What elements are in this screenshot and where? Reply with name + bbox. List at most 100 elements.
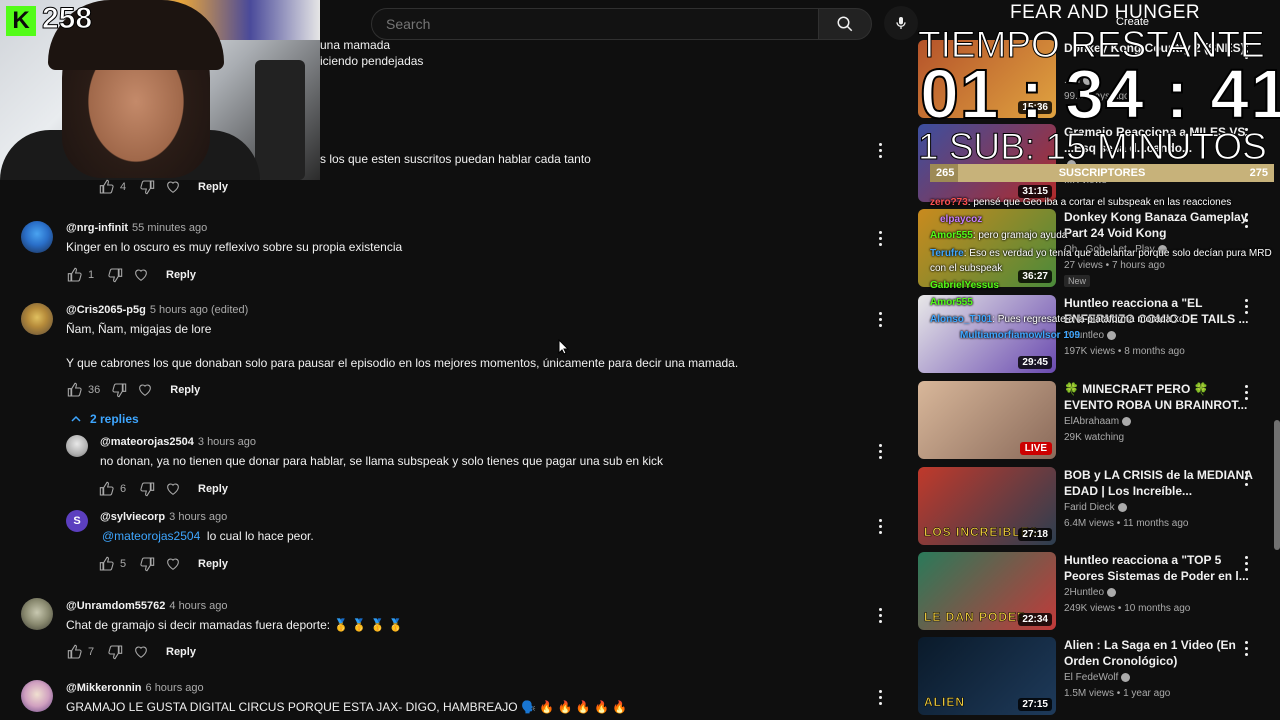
kick-logo: K (6, 6, 36, 36)
comment-text: @mateorojas2504 lo cual lo hace peor. (102, 529, 314, 543)
comment-menu-button[interactable] (872, 687, 888, 707)
chat-username: Multiamorfiamowlsor 109 (960, 330, 1081, 341)
like-icon[interactable] (98, 178, 116, 196)
video-menu-button[interactable] (1240, 639, 1252, 657)
avatar[interactable] (66, 435, 88, 457)
comment-author[interactable]: @Mikkeronnin 6 hours ago (66, 682, 204, 694)
avatar[interactable] (21, 598, 53, 630)
video-item[interactable]: LIVE 🍀 MINECRAFT PERO 🍀 EVENTO ROBA UN BR… (918, 381, 1274, 461)
comment-menu-button[interactable] (872, 605, 888, 625)
video-title[interactable]: Alien : La Saga en 1 Video (En Orden Cro… (1064, 637, 1254, 669)
comment-menu-button[interactable] (872, 140, 888, 160)
like-icon[interactable] (66, 266, 84, 284)
like-icon[interactable] (66, 381, 84, 399)
game-title: FEAR AND HUNGER (1010, 2, 1201, 23)
reply-button[interactable]: Reply (166, 646, 196, 658)
heart-icon[interactable] (164, 178, 182, 196)
dislike-icon[interactable] (110, 381, 128, 399)
chevron-up-icon (71, 415, 81, 422)
comment-actions: 1 Reply (66, 266, 196, 284)
reply-button[interactable]: Reply (198, 558, 228, 570)
chat-username: zero?73 (930, 197, 968, 208)
live-badge: LIVE (1019, 442, 1052, 455)
video-title[interactable]: BOB y LA CRISIS de la MEDIANA EDAD | Los… (1064, 467, 1254, 499)
like-count: 36 (88, 384, 101, 396)
reply-button[interactable]: Reply (166, 269, 196, 281)
avatar[interactable] (21, 303, 53, 335)
dislike-icon[interactable] (138, 555, 156, 573)
reply-button[interactable]: Reply (198, 181, 228, 193)
heart-icon[interactable] (132, 266, 150, 284)
comment-menu-button[interactable] (872, 441, 888, 461)
avatar[interactable] (21, 680, 53, 712)
heart-icon[interactable] (136, 381, 154, 399)
video-channel[interactable]: ElAbrahaam (1064, 416, 1132, 427)
video-item[interactable]: LOS INCREIBLES 27:18 BOB y LA CRISIS de la… (918, 467, 1274, 547)
video-item[interactable]: ALIEN 27:15 Alien : La Saga en 1 Video (En… (918, 637, 1274, 717)
heart-icon[interactable] (132, 643, 150, 661)
avatar[interactable]: S (66, 510, 88, 532)
search-box[interactable] (371, 8, 819, 40)
comment-author[interactable]: @mateorojas2504 3 hours ago (100, 436, 256, 448)
comment-text-partial: s los que esten suscritos puedan hablar … (320, 152, 591, 166)
comment-author[interactable]: @Cris2065-p5g 5 hours ago (edited) (66, 304, 248, 316)
replies-toggle[interactable]: 2 replies (70, 412, 139, 426)
video-meta: 29K watching (1064, 432, 1125, 443)
search-button[interactable] (818, 8, 872, 40)
dislike-icon[interactable] (138, 480, 156, 498)
voice-search-button[interactable] (884, 6, 918, 40)
dislike-icon[interactable] (138, 178, 156, 196)
comment-time[interactable]: 6 hours ago (146, 682, 204, 694)
search-icon (837, 16, 853, 32)
video-menu-button[interactable] (1240, 383, 1252, 401)
video-thumbnail[interactable]: LOS INCREIBLES 27:18 (918, 467, 1056, 545)
search-input[interactable] (386, 16, 818, 32)
comment-menu-button[interactable] (872, 309, 888, 329)
comment-time[interactable]: 55 minutes ago (132, 222, 207, 234)
comment-actions: 4 Reply (98, 178, 228, 196)
video-menu-button[interactable] (1240, 554, 1252, 572)
mention-link[interactable]: @mateorojas2504 (102, 529, 200, 543)
avatar[interactable] (21, 221, 53, 253)
chat-text: : pensé que Geo iba a cortar el subspeak… (967, 197, 1232, 208)
comment-time[interactable]: 4 hours ago (169, 600, 227, 612)
like-icon[interactable] (98, 555, 116, 573)
video-title[interactable]: Huntleo reacciona a "TOP 5 Peores Sistem… (1064, 552, 1254, 584)
comment-time[interactable]: 5 hours ago (edited) (150, 304, 248, 316)
video-thumbnail[interactable]: LIVE (918, 381, 1056, 459)
video-channel[interactable]: El FedeWolf (1064, 672, 1131, 683)
dislike-icon[interactable] (106, 643, 124, 661)
heart-icon[interactable] (164, 480, 182, 498)
chat-text: : Pues regresate a la plataforma morada … (992, 314, 1185, 325)
video-title[interactable]: Donkey Kong Banaza Gameplay Part 24 Void… (1064, 209, 1254, 241)
video-menu-button[interactable] (1240, 297, 1252, 315)
video-title[interactable]: 🍀 MINECRAFT PERO 🍀 EVENTO ROBA UN BRAINR… (1064, 381, 1254, 413)
video-thumbnail[interactable]: LE DAN PODER 22:34 (918, 552, 1056, 630)
dislike-icon[interactable] (106, 266, 124, 284)
comment-time[interactable]: 3 hours ago (198, 436, 256, 448)
video-menu-button[interactable] (1240, 469, 1252, 487)
heart-icon[interactable] (164, 555, 182, 573)
video-thumbnail[interactable]: ALIEN 27:15 (918, 637, 1056, 715)
comment-menu-button[interactable] (872, 228, 888, 248)
comment-author[interactable]: @Unramdom55762 4 hours ago (66, 600, 228, 612)
comment-author[interactable]: @nrg-infinit 55 minutes ago (66, 222, 207, 234)
verified-icon (1117, 502, 1127, 512)
like-icon[interactable] (98, 480, 116, 498)
reply-button[interactable]: Reply (170, 384, 200, 396)
video-meta: 1.5M views • 1 year ago (1064, 688, 1171, 699)
like-icon[interactable] (66, 643, 84, 661)
scrollbar[interactable] (1274, 420, 1280, 550)
video-item[interactable]: LE DAN PODER 22:34 Huntleo reacciona a "TO… (918, 552, 1274, 632)
comment-actions: 36 Reply (66, 381, 200, 399)
comment-menu-button[interactable] (872, 516, 888, 536)
video-menu-button[interactable] (1240, 211, 1252, 229)
video-meta: 27 views • 7 hours ago (1064, 260, 1165, 271)
video-channel[interactable]: Farid Dieck (1064, 502, 1127, 513)
chat-username: Amor555 (930, 297, 973, 308)
video-channel[interactable]: 2Huntleo (1064, 587, 1117, 598)
comment-time[interactable]: 3 hours ago (169, 511, 227, 523)
reply-button[interactable]: Reply (198, 483, 228, 495)
comment-author[interactable]: @sylviecorp 3 hours ago (100, 511, 227, 523)
verified-icon (1107, 330, 1117, 340)
